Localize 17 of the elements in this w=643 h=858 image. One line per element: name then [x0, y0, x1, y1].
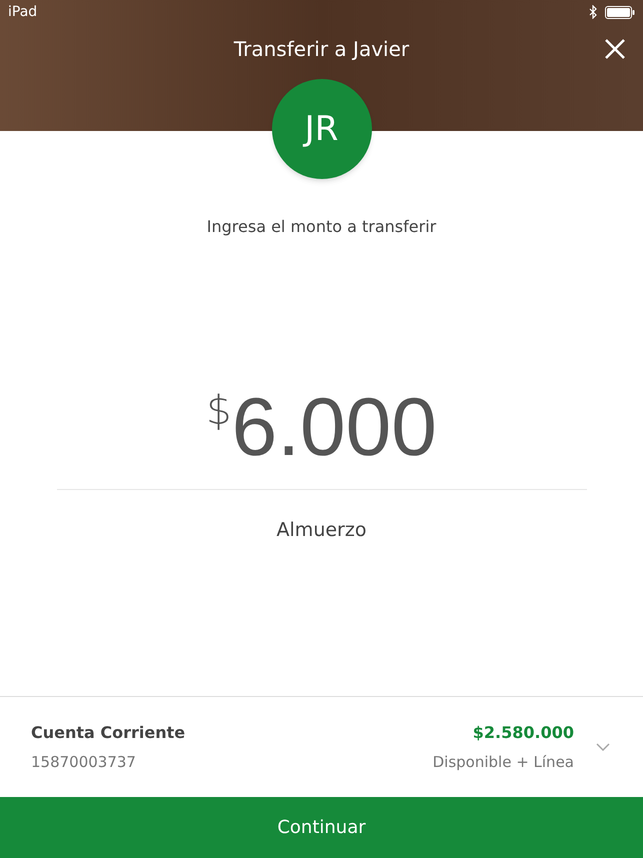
account-balance: $2.580.000 — [472, 722, 574, 744]
continue-button[interactable]: Continuar — [0, 797, 643, 858]
device-label: iPad — [8, 2, 38, 22]
currency-symbol: $ — [206, 391, 232, 431]
amount-field[interactable]: $6.000 — [206, 387, 437, 469]
note-text[interactable]: Almuerzo — [276, 516, 366, 544]
account-number: 15870003737 — [31, 752, 137, 773]
close-icon — [604, 38, 626, 60]
bluetooth-icon — [589, 5, 597, 19]
amount-value: 6.000 — [232, 387, 437, 469]
account-name: Cuenta Corriente — [31, 722, 186, 744]
prompt-text: Ingresa el monto a transferir — [206, 216, 436, 238]
battery-icon — [605, 6, 635, 18]
chevron-down-icon — [596, 743, 610, 751]
close-button[interactable] — [603, 37, 627, 61]
balance-label: Disponible + Línea — [432, 752, 574, 773]
header-title: Transferir a Javier — [234, 36, 410, 63]
